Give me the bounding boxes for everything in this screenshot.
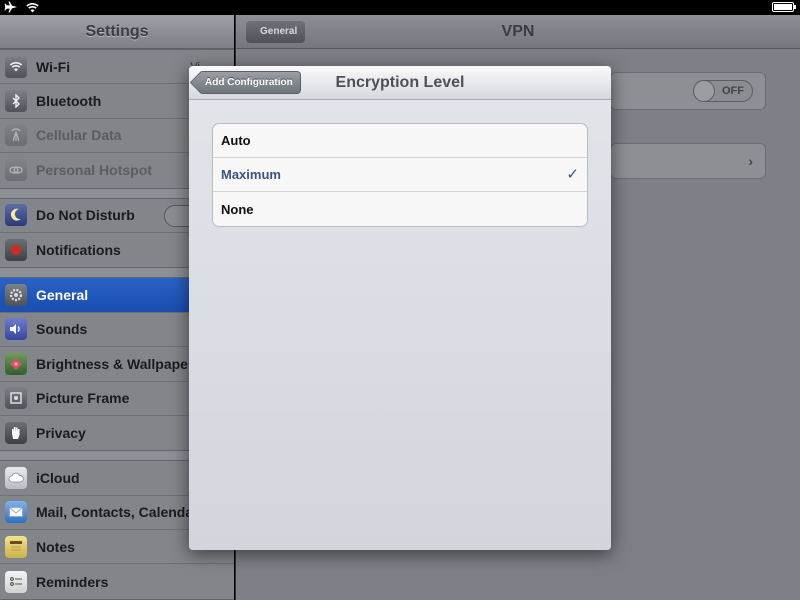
- checkmark-icon: ✓: [566, 166, 579, 183]
- encryption-options-list: Auto Maximum ✓ None: [212, 123, 588, 227]
- option-label: None: [221, 201, 254, 217]
- add-configuration-back-button[interactable]: Add Configuration: [199, 71, 301, 94]
- encryption-option-auto[interactable]: Auto: [213, 124, 587, 158]
- status-bar: [0, 0, 800, 15]
- battery-icon: [772, 2, 796, 12]
- back-button-label: Add Configuration: [205, 77, 293, 88]
- status-left: [4, 1, 39, 13]
- encryption-option-none[interactable]: None: [213, 192, 587, 226]
- encryption-level-popover: Add Configuration Encryption Level Auto …: [189, 66, 611, 550]
- popover-body: Auto Maximum ✓ None: [189, 100, 611, 550]
- ipad-screen: Settings Wi-Fi Vi Bluetooth Cellula: [0, 15, 800, 600]
- popover-nav-bar: Add Configuration Encryption Level: [189, 66, 611, 100]
- wifi-status-icon: [26, 2, 39, 12]
- popover-title: Encryption Level: [335, 74, 465, 91]
- airplane-icon: [4, 1, 17, 13]
- option-label: Auto: [221, 133, 251, 148]
- option-label: Maximum: [221, 167, 281, 182]
- encryption-option-maximum[interactable]: Maximum ✓: [213, 158, 587, 192]
